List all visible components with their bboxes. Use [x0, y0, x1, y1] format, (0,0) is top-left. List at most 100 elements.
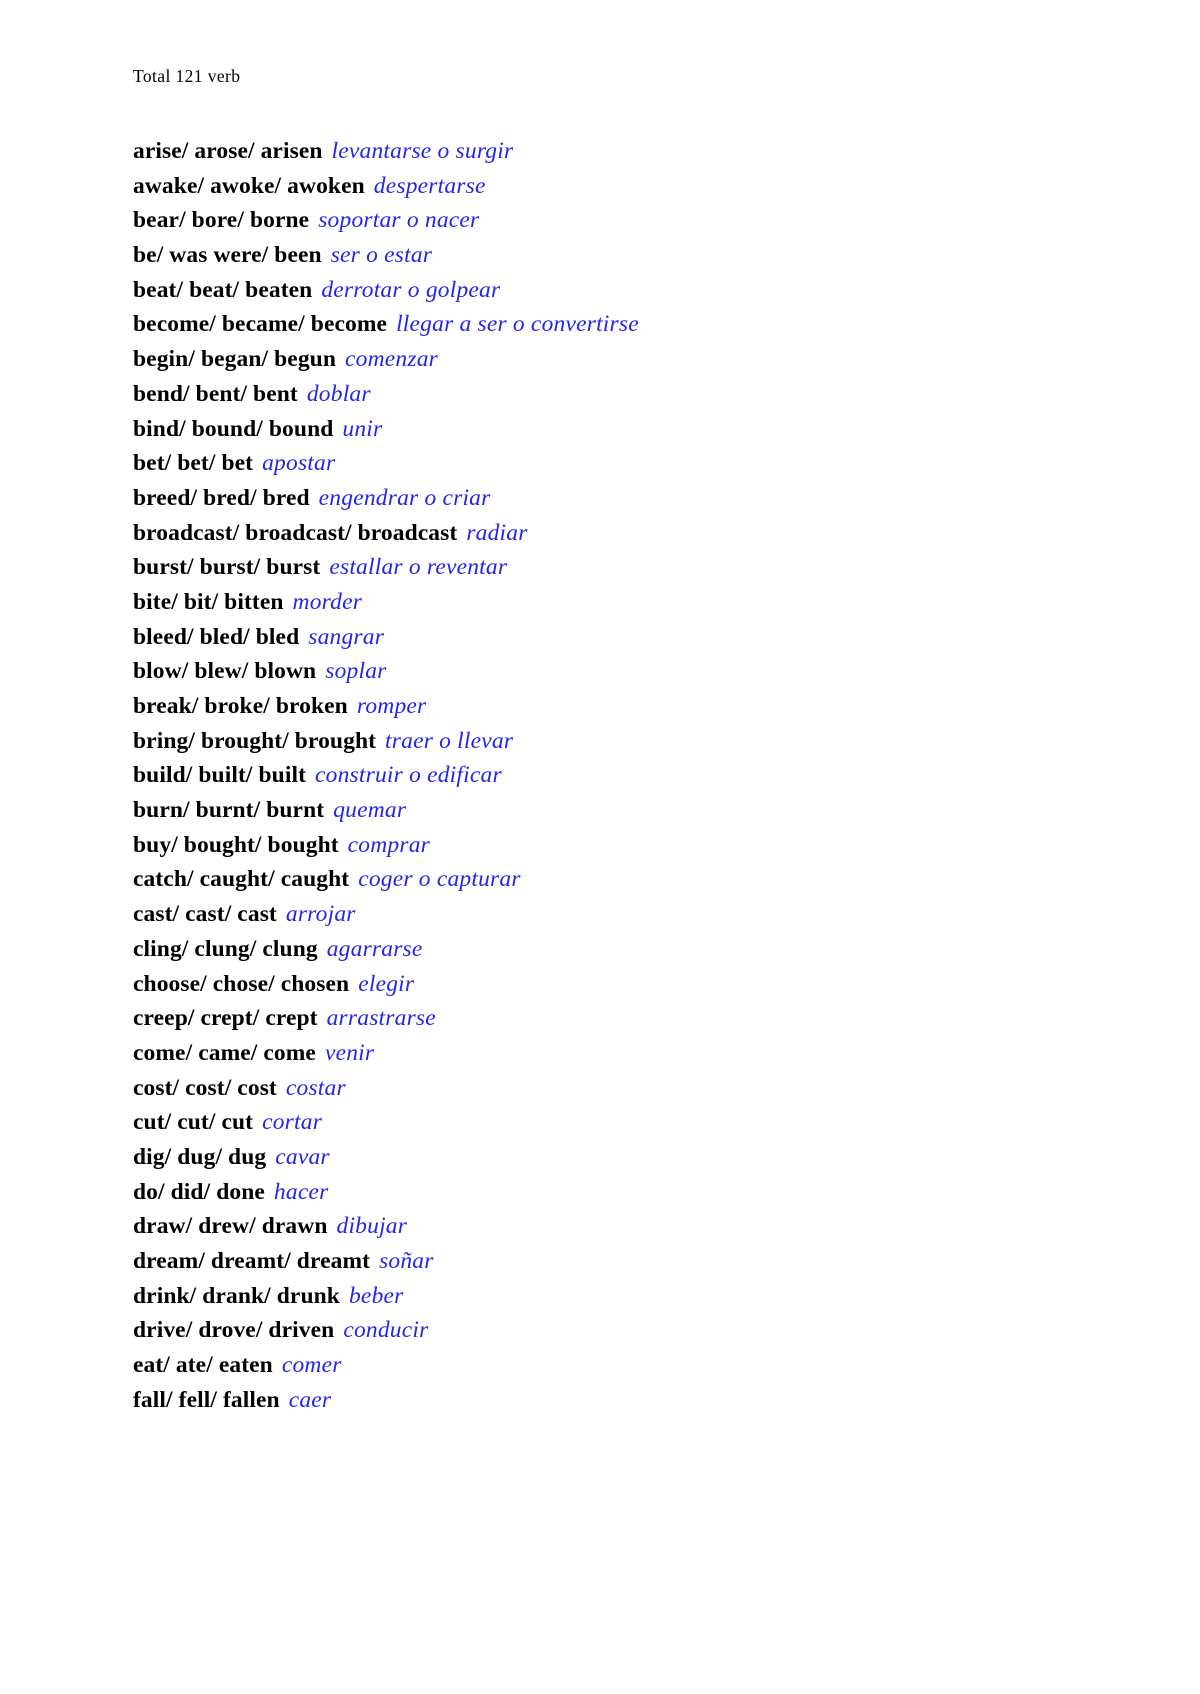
verb-entry: bet/ bet/ bet apostar — [133, 446, 1093, 481]
verb-forms: draw/ drew/ drawn — [133, 1213, 328, 1240]
verb-translation: soportar o nacer — [318, 207, 480, 234]
verb-forms: burst/ burst/ burst — [133, 554, 321, 581]
verb-translation: sangrar — [308, 623, 385, 650]
verb-translation: radiar — [466, 519, 528, 546]
verb-entry: drink/ drank/ drunk beber — [133, 1279, 1093, 1314]
verb-forms: cost/ cost/ cost — [133, 1074, 277, 1101]
verb-forms: begin/ began/ begun — [133, 346, 337, 373]
verb-entry: burst/ burst/ burst estallar o reventar — [133, 550, 1093, 585]
verb-translation: hacer — [273, 1178, 329, 1205]
verb-forms: cut/ cut/ cut — [133, 1109, 254, 1136]
verb-forms: awake/ awoke/ awoken — [133, 172, 365, 199]
verb-forms: buy/ bought/ bought — [133, 831, 339, 858]
verb-translation: morder — [292, 588, 363, 615]
verb-translation: agarrarse — [326, 935, 423, 962]
verb-forms: come/ came/ come — [133, 1039, 316, 1066]
verb-forms: break/ broke/ broken — [133, 693, 348, 719]
verb-translation: beber — [348, 1282, 404, 1309]
verb-forms: drink/ drank/ drunk — [133, 1282, 340, 1309]
verb-translation: romper — [356, 693, 427, 719]
verb-forms: be/ was were/ been — [133, 242, 322, 269]
verb-forms: become/ became/ become — [133, 311, 388, 338]
verb-translation: coger o capturar — [358, 866, 521, 893]
verb-forms: burn/ burnt/ burnt — [133, 797, 325, 824]
verb-entry: begin/ began/ begun comenzar — [133, 342, 1093, 377]
verb-translation: despertarse — [373, 172, 486, 199]
verb-forms: dream/ dreamt/ dreamt — [133, 1248, 371, 1274]
verb-translation: ser o estar — [330, 242, 433, 269]
verb-translation: comer — [281, 1352, 342, 1379]
verb-forms: bend/ bent/ bent — [133, 380, 298, 407]
verb-entry: become/ became/ become llegar a ser o con… — [133, 307, 1093, 342]
verb-translation: soplar — [325, 658, 387, 685]
page-title: Total 121 verb — [133, 66, 241, 86]
verb-entry: bend/ bent/ bent doblar — [133, 377, 1093, 412]
verb-translation: quemar — [333, 797, 407, 824]
verb-translation: soñar — [379, 1248, 434, 1274]
verb-forms: arise/ arose/ arisen — [133, 138, 323, 164]
verb-forms: drive/ drove/ driven — [133, 1317, 335, 1344]
verb-translation: cortar — [262, 1109, 323, 1136]
verb-translation: dibujar — [336, 1213, 408, 1240]
verb-entry: bite/ bit/ bitten morder — [133, 585, 1093, 620]
verb-entry: catch/ caught/ caught coger o capturar — [133, 862, 1093, 897]
verb-entry: fall/ fell/ fallen caer — [133, 1383, 1093, 1418]
verb-translation: caer — [288, 1386, 332, 1413]
verb-translation: venir — [324, 1039, 375, 1066]
verb-translation: unir — [342, 415, 383, 442]
verb-entry: choose/ chose/ chosen elegir — [133, 967, 1093, 1002]
verb-entry: buy/ bought/ bought comprar — [133, 828, 1093, 863]
verb-translation: levantarse o surgir — [331, 138, 514, 164]
verb-entry: eat/ ate/ eaten comer — [133, 1348, 1093, 1383]
verb-forms: bleed/ bled/ bled — [133, 623, 300, 650]
verb-forms: creep/ crept/ crept — [133, 1005, 318, 1032]
verb-translation: elegir — [358, 970, 415, 997]
verb-entry: creep/ crept/ crept arrastrarse — [133, 1001, 1093, 1036]
verb-forms: catch/ caught/ caught — [133, 866, 350, 893]
verb-forms: breed/ bred/ bred — [133, 484, 310, 511]
verb-forms: bind/ bound/ bound — [133, 415, 334, 442]
verb-entry: cling/ clung/ clung agarrarse — [133, 932, 1093, 967]
verb-translation: arrastrarse — [326, 1005, 436, 1032]
verb-entry: be/ was were/ been ser o estar — [133, 238, 1093, 273]
verb-forms: cling/ clung/ clung — [133, 935, 318, 962]
verb-translation: cavar — [275, 1143, 330, 1170]
verb-translation: engendrar o criar — [318, 484, 491, 511]
verb-entry: dig/ dug/ dug cavar — [133, 1140, 1093, 1175]
verb-forms: eat/ ate/ eaten — [133, 1352, 273, 1379]
verb-entry: arise/ arose/ arisen levantarse o surgir — [133, 134, 1093, 169]
verb-entry: bring/ brought/ brought traer o llevar — [133, 724, 1093, 759]
verb-entry: cost/ cost/ cost costar — [133, 1071, 1093, 1106]
verb-entry: cast/ cast/ cast arrojar — [133, 897, 1093, 932]
verb-forms: bet/ bet/ bet — [133, 450, 254, 477]
verb-forms: bring/ brought/ brought — [133, 727, 377, 754]
verb-entry: dream/ dreamt/ dreamt soñar — [133, 1244, 1093, 1279]
verb-entry: awake/ awoke/ awoken despertarse — [133, 169, 1093, 204]
verb-translation: llegar a ser o convertirse — [396, 311, 639, 338]
verb-translation: traer o llevar — [385, 727, 514, 754]
verb-entry: burn/ burnt/ burnt quemar — [133, 793, 1093, 828]
verb-translation: doblar — [306, 380, 371, 407]
irregular-verb-list: arise/ arose/ arisen levantarse o surgir a… — [133, 134, 1093, 1417]
verb-forms: blow/ blew/ blown — [133, 658, 317, 685]
verb-forms: broadcast/ broadcast/ broadcast — [133, 519, 458, 546]
verb-translation: construir o edificar — [315, 762, 502, 789]
verb-translation: arrojar — [285, 901, 356, 928]
verb-entry: do/ did/ done hacer — [133, 1175, 1093, 1210]
verb-translation: estallar o reventar — [329, 554, 508, 581]
verb-translation: derrotar o golpear — [321, 276, 501, 303]
verb-entry: bear/ bore/ borne soportar o nacer — [133, 203, 1093, 238]
verb-entry: build/ built/ built construir o edificar — [133, 758, 1093, 793]
verb-entry: break/ broke/ broken romper — [133, 689, 1093, 724]
verb-forms: bite/ bit/ bitten — [133, 588, 284, 615]
verb-entry: breed/ bred/ bred engendrar o criar — [133, 481, 1093, 516]
verb-forms: choose/ chose/ chosen — [133, 970, 350, 997]
verb-translation: comprar — [347, 831, 431, 858]
verb-entry: bleed/ bled/ bled sangrar — [133, 620, 1093, 655]
verb-entry: bind/ bound/ bound unir — [133, 412, 1093, 447]
verb-forms: beat/ beat/ beaten — [133, 276, 313, 303]
verb-entry: drive/ drove/ driven conducir — [133, 1313, 1093, 1348]
verb-forms: dig/ dug/ dug — [133, 1143, 267, 1170]
document-page: Total 121 verb arise/ arose/ arisen levan… — [0, 0, 1200, 1694]
verb-entry: draw/ drew/ drawn dibujar — [133, 1209, 1093, 1244]
